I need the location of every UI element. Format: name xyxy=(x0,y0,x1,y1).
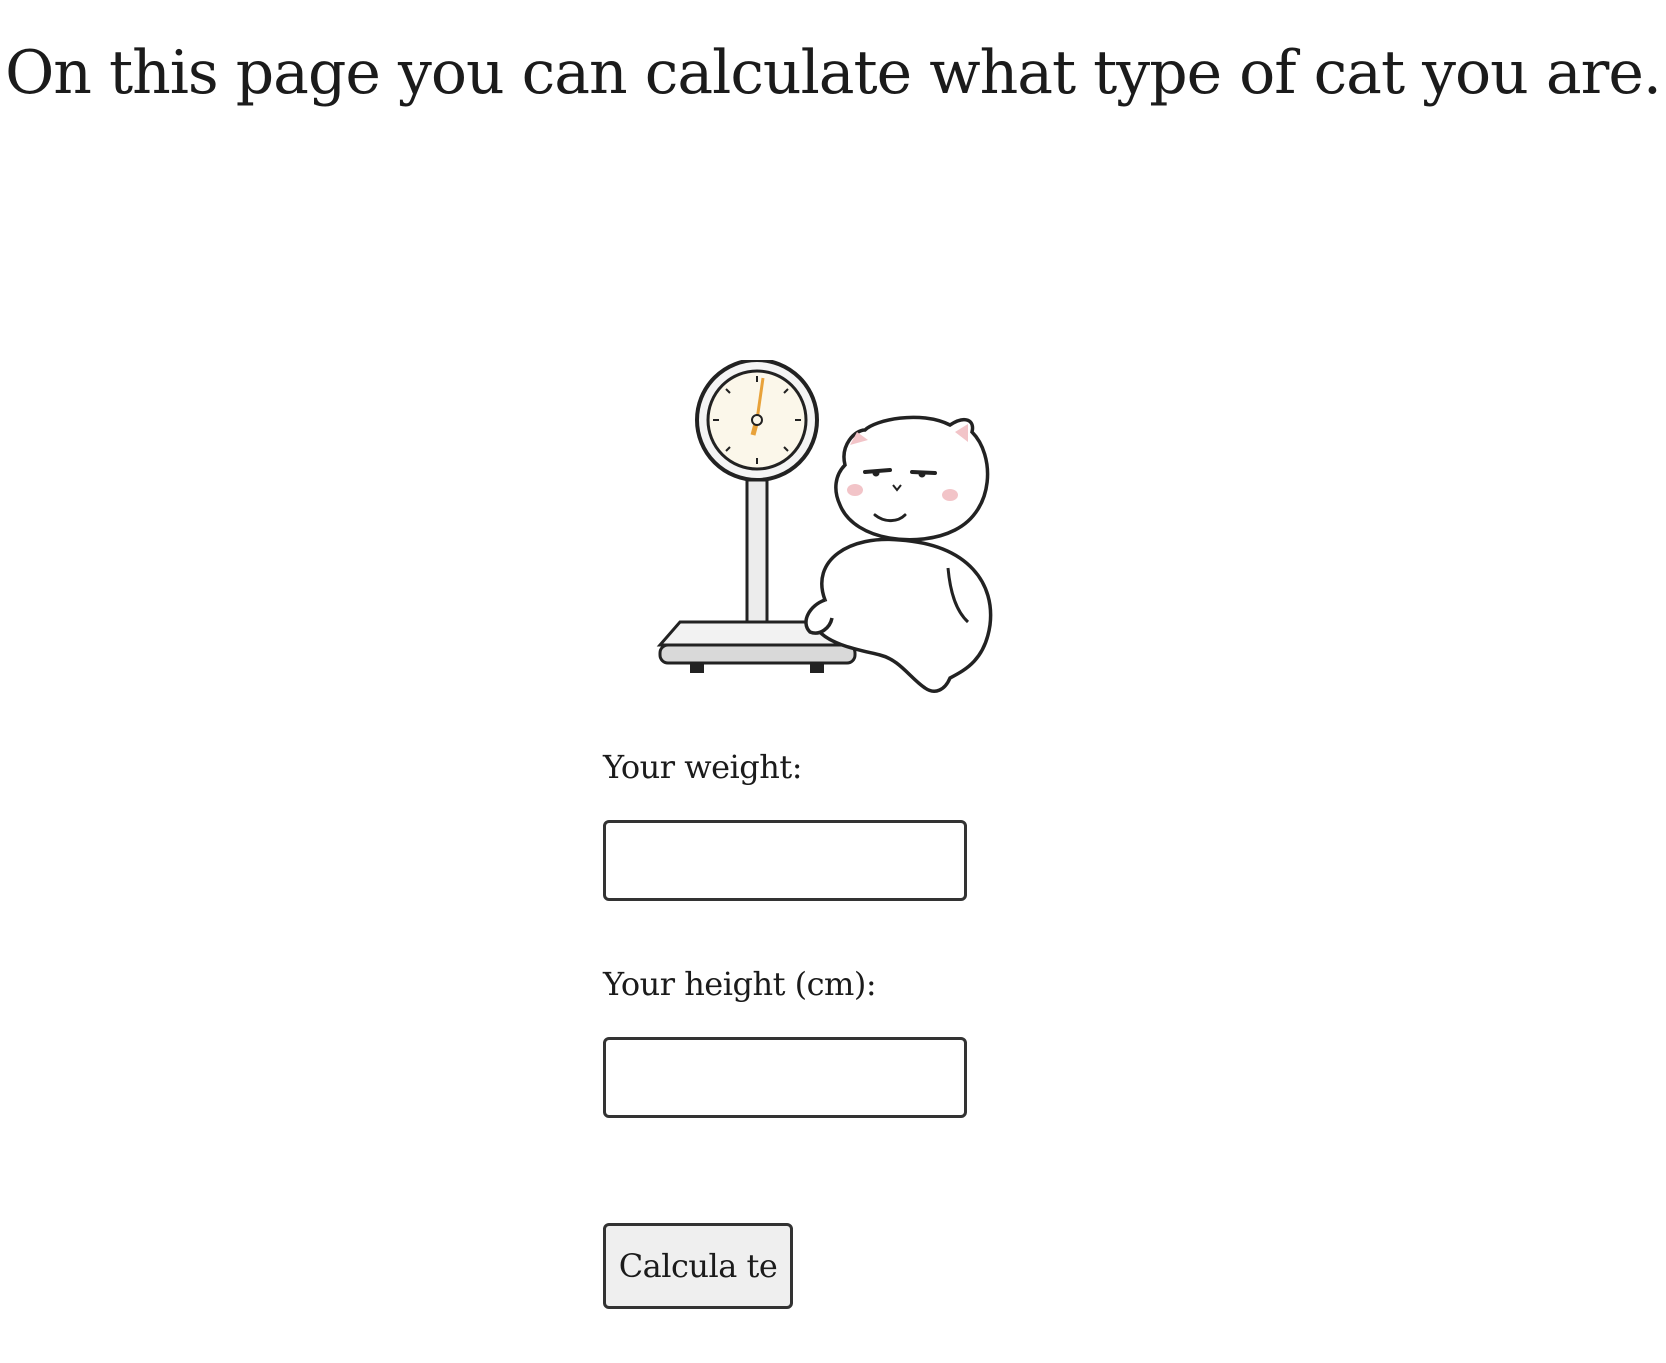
height-input[interactable] xyxy=(603,1037,967,1118)
calculate-button[interactable]: Calcula te xyxy=(603,1223,793,1309)
height-label: Your height (cm): xyxy=(603,965,877,1003)
weight-input[interactable] xyxy=(603,820,967,901)
page-title: On this page you can calculate what type… xyxy=(5,38,1662,108)
weight-label: Your weight: xyxy=(603,748,802,786)
cat-on-scale-illustration xyxy=(656,360,993,693)
